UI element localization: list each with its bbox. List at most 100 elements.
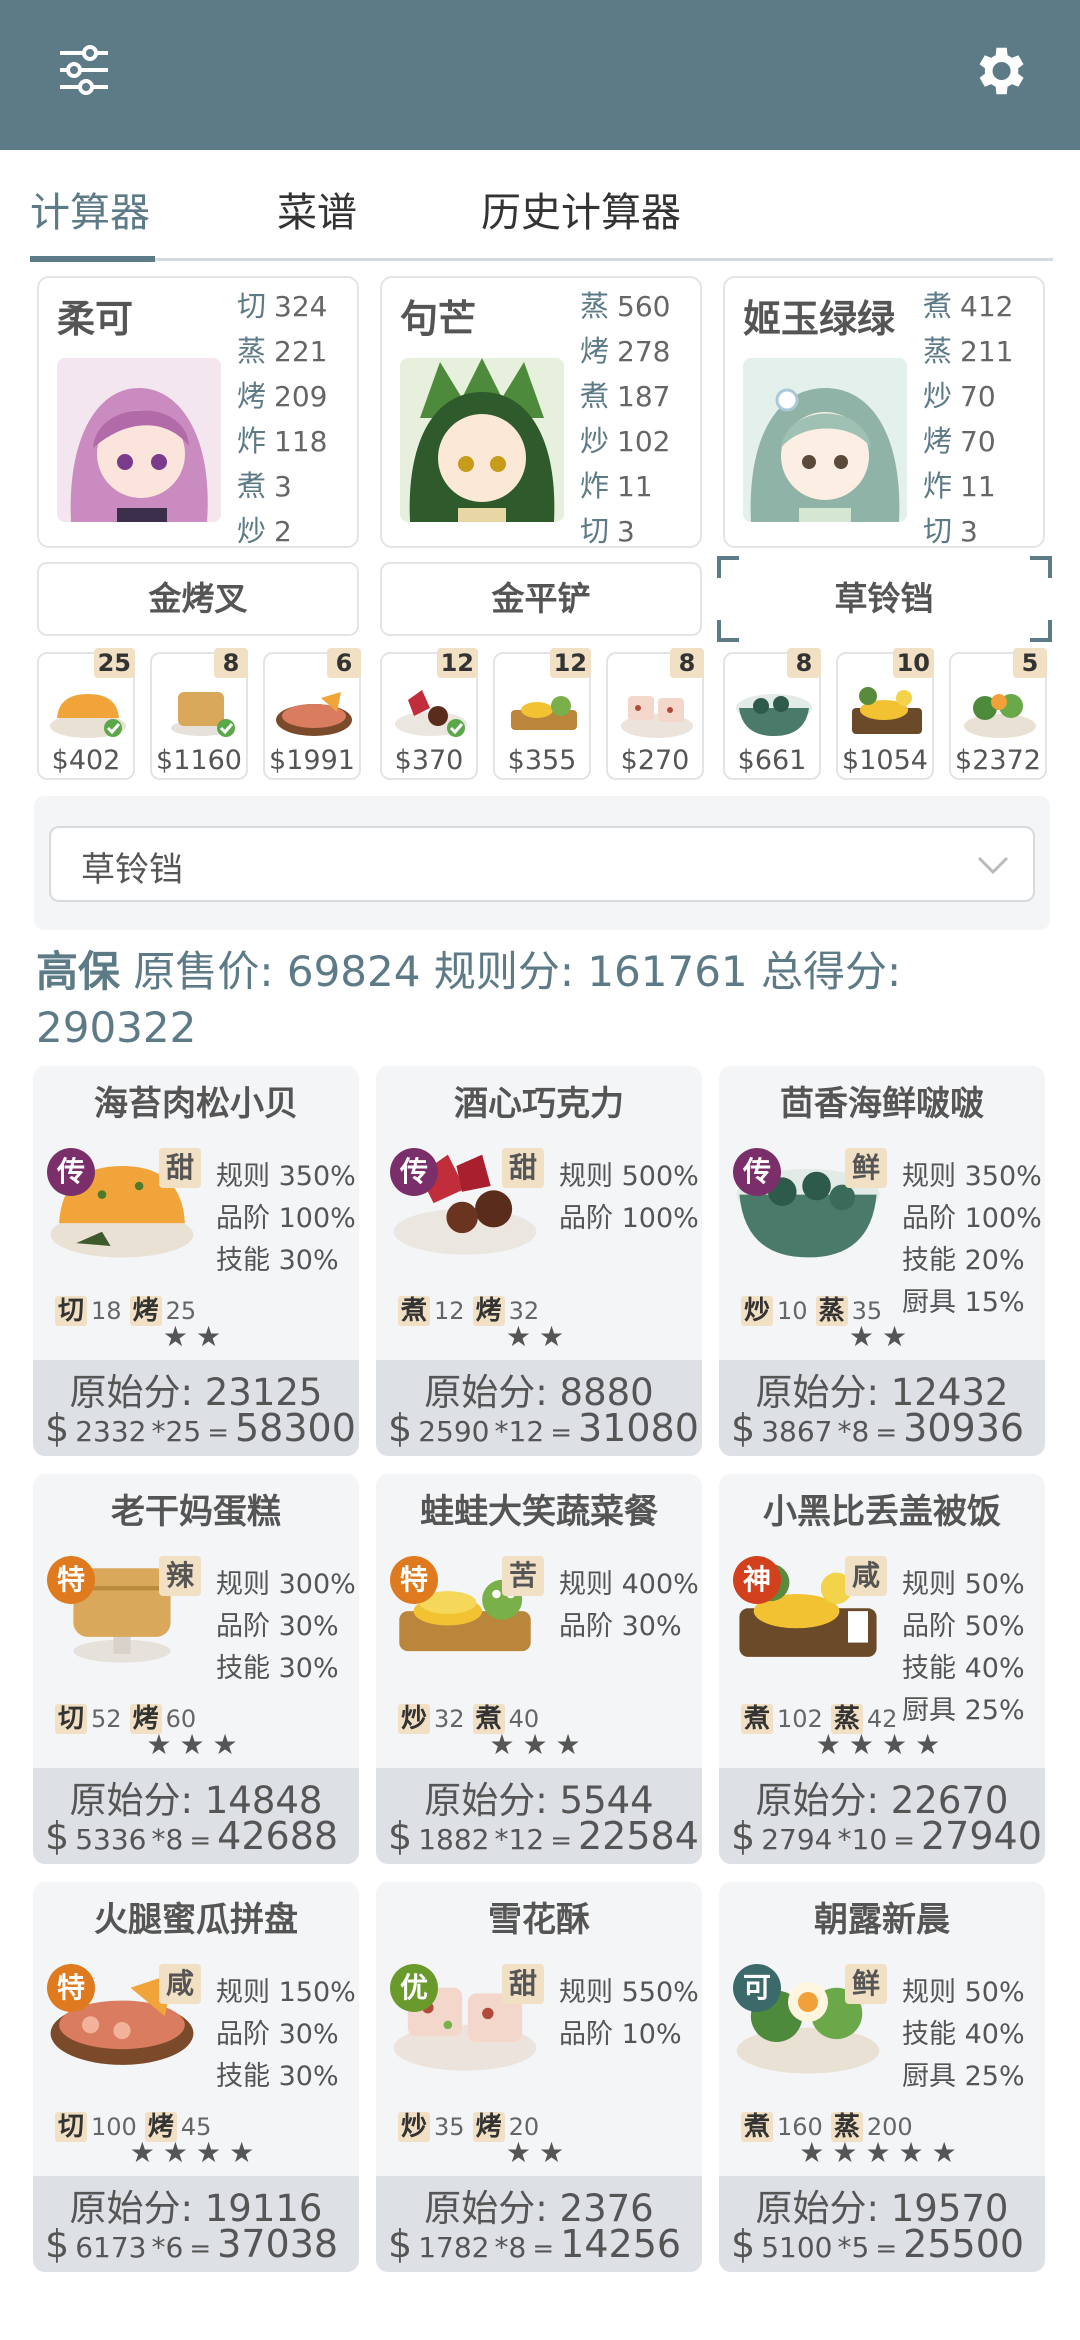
chef-stats: 切 324 蒸 221 烤 209 炸 118 煮3 炒2 (237, 284, 327, 554)
rarity-badge: 传 (390, 1148, 438, 1196)
selection-corner (717, 556, 739, 578)
dish-price: $1160 (156, 745, 242, 776)
chef-stat: 烤 209 (237, 379, 328, 413)
platter-icon (276, 692, 352, 736)
chef-stats: 煮 412 蒸 211 炒 70 烤 70 炸 11 切3 (923, 284, 1013, 554)
tab-recipes[interactable]: 菜谱 (277, 180, 357, 238)
chef-stats: 蒸 560 烤 278 煮 187 炒 102 炸 11 切3 (580, 284, 670, 554)
quantity: *10 (837, 1823, 888, 1856)
dish-price: $402 (51, 745, 121, 776)
score-summary: 高保 原售价: 69824 规则分: 161761 总得分: 290322 (36, 944, 1046, 1056)
mini-dish[interactable]: 8 $270 (606, 648, 704, 780)
tune-icon[interactable] (56, 45, 112, 95)
tab-history[interactable]: 历史计算器 (481, 180, 681, 238)
dish-count: 6 (327, 648, 361, 678)
dish-price: $270 (620, 745, 690, 776)
rule-line: 品阶 100% (559, 1203, 699, 1234)
chef-card-3[interactable]: 姬玉绿绿 煮 412 蒸 211 炒 70 烤 70 炸 11 切3 (723, 276, 1045, 548)
chef-card-2[interactable]: 句芒 蒸 560 烤 278 煮 187 炒 102 炸 11 切3 (380, 276, 702, 548)
price-calc: $5336 *8 = 42688 (45, 1814, 338, 1858)
recipe-card[interactable]: 小黑比丢盖被饭 神 咸 规则 50% 品阶 50% 技能 40% 厨具 25% 煮 10… (719, 1474, 1045, 1864)
chef-stat: 烤 70 (923, 424, 996, 458)
rule-line: 品阶 30% (559, 1611, 682, 1642)
unit-price: 6173 (75, 2231, 147, 2264)
rule-line: 品阶 10% (559, 2019, 682, 2050)
chef-portrait (57, 358, 221, 522)
rule-line: 技能 30% (216, 2061, 339, 2092)
mini-dish[interactable]: 5 $2372 (949, 648, 1047, 780)
recipe-card[interactable]: 雪花酥 优 甜 规则 550% 品阶 10% 炒 35 烤 20 ★★ 原始分: 237… (376, 1882, 702, 2272)
quantity: *5 (837, 2231, 870, 2264)
total-price: 31080 (577, 1406, 699, 1450)
recipe-card[interactable]: 老干妈蛋糕 特 辣 规则 300% 品阶 30% 技能 30% 切 52 烤 60 ★★★… (33, 1474, 359, 1864)
equals-sign: = (189, 2234, 212, 2264)
recipe-title: 海苔肉松小贝 (94, 1084, 298, 1124)
quantity: *6 (151, 2231, 184, 2264)
flavor-tag: 咸 (159, 1964, 201, 2004)
star-rating: ★★ (848, 1320, 916, 1353)
salad-plate-icon (964, 694, 1036, 738)
flavor-tag: 鲜 (845, 1148, 887, 1188)
chef-stat: 煮3 (237, 469, 292, 503)
chevron-down-icon (977, 856, 1009, 875)
rarity-badge: 传 (733, 1148, 781, 1196)
rule-list: 规则 550% 品阶 10% (559, 1972, 699, 2056)
gear-icon[interactable] (968, 40, 1030, 102)
mini-dish[interactable]: 8 $1160 (150, 648, 248, 780)
chef-stat: 烤 278 (580, 334, 671, 368)
recipe-card[interactable]: 朝露新晨 可 鲜 规则 50% 技能 40% 厨具 25% 煮 160 蒸 200 ★★★… (719, 1882, 1045, 2272)
recipe-card[interactable]: 茴香海鲜啵啵 传 鲜 规则 350% 品阶 100% 技能 20% 厨具 15% 炒1… (719, 1066, 1045, 1456)
dish-price: $355 (507, 745, 577, 776)
mini-dish[interactable]: 12 $370 (380, 648, 478, 780)
star-rating: ★★★★ (815, 1728, 949, 1761)
equip-button-2[interactable]: 金平铲 (380, 562, 702, 636)
recipe-title: 酒心巧克力 (454, 1084, 624, 1124)
dish-price: $1991 (269, 745, 355, 776)
mini-dish[interactable]: 6 $1991 (263, 648, 361, 780)
chocolate-icon (395, 690, 467, 737)
score-box: 原始分: 22670 $2794 *10 = 27940 (719, 1768, 1045, 1864)
mini-dish[interactable]: 12 $355 (493, 648, 591, 780)
rule-line: 品阶 30% (216, 2019, 339, 2050)
equipment-select-panel: 草铃铛 (34, 796, 1050, 930)
rule-list: 规则 300% 品阶 30% 技能 30% (216, 1564, 356, 1690)
rule-line: 技能 40% (902, 2019, 1025, 2050)
tab-indicator (30, 256, 155, 262)
rule-line: 规则 350% (216, 1161, 356, 1192)
equip-button-3[interactable]: 草铃铛 (723, 562, 1045, 636)
equip-button-1[interactable]: 金烤叉 (37, 562, 359, 636)
selection-corner (717, 620, 739, 642)
summary-text: 原售价: 69824 规则分: 161761 总得分: 290322 (36, 947, 902, 1052)
recipe-title: 朝露新晨 (814, 1900, 950, 1940)
equals-sign: = (550, 1418, 572, 1448)
tab-calculator[interactable]: 计算器 (30, 180, 150, 238)
equals-sign: = (875, 1418, 898, 1448)
star-rating: ★★★ (146, 1728, 246, 1761)
rule-line: 技能 20% (902, 1245, 1025, 1276)
recipe-card[interactable]: 酒心巧克力 传 甜 规则 500% 品阶 100% 煮 12 烤 32 ★★ 原始分: … (376, 1066, 702, 1456)
recipe-card[interactable]: 火腿蜜瓜拼盘 特 咸 规则 150% 品阶 30% 技能 30% 切 100 烤 45 ★… (33, 1882, 359, 2272)
rule-list: 规则 500% 品阶 100% (559, 1156, 699, 1240)
chef-card-1[interactable]: 柔可 切 324 蒸 221 烤 209 炸 118 煮3 炒2 (37, 276, 359, 548)
recipe-card[interactable]: 蛙蛙大笑蔬菜餐 特 苦 规则 400% 品阶 30% 炒 32 煮 40 ★★★ 原始分… (376, 1474, 702, 1864)
star-rating: ★★ (505, 1320, 573, 1353)
chef-stat: 煮 412 (923, 289, 1014, 323)
rule-line: 规则 50% (902, 1977, 1025, 2008)
rule-line: 规则 400% (559, 1569, 699, 1600)
rule-list: 规则 400% 品阶 30% (559, 1564, 699, 1648)
chef-portrait (743, 358, 907, 522)
recipe-card[interactable]: 海苔肉松小贝 传 甜 规则 350% 品阶 100% 技能 30% 切 18 烤 25 ★… (33, 1066, 359, 1456)
equals-sign: = (532, 2234, 555, 2264)
equipment-select[interactable]: 草铃铛 (49, 826, 1035, 902)
mini-dish[interactable]: 10 $1054 (836, 648, 934, 780)
mini-dish[interactable]: 25 $402 (37, 648, 135, 780)
rule-line: 厨具 15% (902, 1287, 1025, 1318)
chef-stat: 炸 11 (580, 469, 653, 503)
mini-dish[interactable]: 8 $661 (723, 648, 821, 780)
recipe-title: 茴香海鲜啵啵 (780, 1084, 984, 1124)
star-rating: ★★★ (489, 1728, 589, 1761)
recipe-title: 老干妈蛋糕 (111, 1492, 281, 1532)
sponge-cake-icon (50, 694, 126, 738)
quantity: *8 (494, 2231, 527, 2264)
rule-list: 规则 350% 品阶 100% 技能 20% 厨具 15% (902, 1156, 1042, 1324)
